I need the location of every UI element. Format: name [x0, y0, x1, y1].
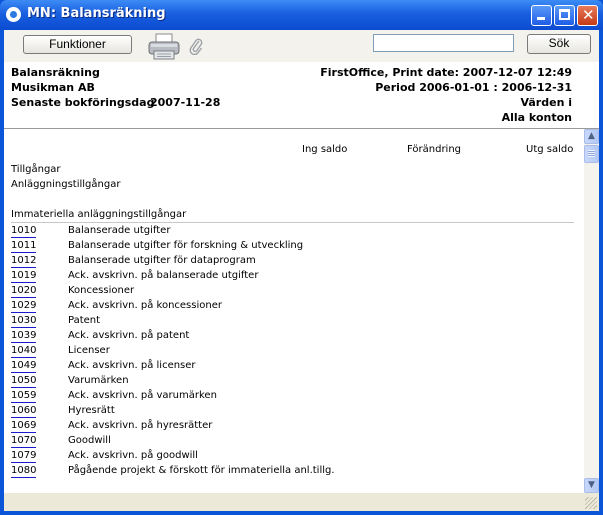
- table-row: 1030 Patent: [11, 314, 571, 329]
- maximize-icon: [559, 9, 570, 20]
- company-name: Musikman AB: [11, 81, 95, 94]
- column-header-closing: Utg saldo: [526, 144, 574, 155]
- account-name: Ack. avskrivn. på goodwill: [68, 450, 198, 461]
- close-button[interactable]: ✕: [577, 5, 598, 26]
- report-period: Period 2006-01-01 : 2006-12-31: [375, 81, 572, 94]
- account-name: Varumärken: [68, 375, 129, 386]
- table-row: 1029 Ack. avskrivn. på koncessioner: [11, 299, 571, 314]
- vertical-scrollbar[interactable]: ▲ ▼: [584, 129, 599, 493]
- column-header-opening: Ing saldo: [302, 144, 348, 155]
- app-icon[interactable]: [6, 7, 21, 22]
- close-icon: ✕: [582, 6, 595, 24]
- table-row: 1050 Varumärken: [11, 374, 571, 389]
- functions-button[interactable]: Funktioner: [23, 35, 132, 54]
- account-name: Balanserade utgifter: [68, 225, 171, 236]
- table-row: 1039 Ack. avskrivn. på patent: [11, 329, 571, 344]
- account-name: Ack. avskrivn. på hyresrätter: [68, 420, 213, 431]
- account-link[interactable]: 1019: [11, 269, 36, 283]
- account-link[interactable]: 1040: [11, 344, 36, 358]
- maximize-button[interactable]: [554, 5, 575, 26]
- table-row: 1070 Goodwill: [11, 434, 571, 449]
- account-name: Balanserade utgifter för dataprogram: [68, 255, 256, 266]
- title-bar[interactable]: MN: Balansräkning ✕: [0, 0, 603, 30]
- table-row: 1079 Ack. avskrivn. på goodwill: [11, 449, 571, 464]
- table-row: 1040 Licenser: [11, 344, 571, 359]
- section-fixed-assets: Anläggningstillgångar: [11, 179, 121, 190]
- account-link[interactable]: 1049: [11, 359, 36, 373]
- report-header: Balansräkning Musikman AB Senaste bokför…: [4, 62, 599, 129]
- section-intangible-assets: Immateriella anläggningstillgångar: [11, 209, 187, 220]
- table-row: 1080 Pågående projekt & förskott för imma…: [11, 464, 571, 479]
- account-name: Ack. avskrivn. på koncessioner: [68, 300, 222, 311]
- values-in-label: Värden i: [520, 96, 572, 109]
- account-name: Patent: [68, 315, 101, 326]
- account-link[interactable]: 1070: [11, 434, 36, 448]
- report-title: Balansräkning: [11, 66, 100, 79]
- account-name: Licenser: [68, 345, 110, 356]
- table-row: 1020 Koncessioner: [11, 284, 571, 299]
- table-row: 1010 Balanserade utgifter: [11, 224, 571, 239]
- account-name: Ack. avskrivn. på balanserade utgifter: [68, 270, 259, 281]
- search-input[interactable]: [373, 34, 514, 52]
- status-bar: [4, 493, 599, 511]
- account-link[interactable]: 1011: [11, 239, 36, 253]
- scroll-down-button[interactable]: ▼: [584, 478, 599, 493]
- minimize-icon: [537, 17, 545, 20]
- account-name: Goodwill: [68, 435, 111, 446]
- attachment-icon[interactable]: [189, 37, 203, 55]
- table-row: 1019 Ack. avskrivn. på balanserade utgift…: [11, 269, 571, 284]
- account-link[interactable]: 1012: [11, 254, 36, 268]
- print-info: FirstOffice, Print date: 2007-12-07 12:4…: [320, 66, 572, 79]
- minimize-button[interactable]: [531, 5, 552, 26]
- account-name: Koncessioner: [68, 285, 135, 296]
- column-header-change: Förändring: [407, 144, 462, 155]
- account-name: Hyresrätt: [68, 405, 115, 416]
- scrollbar-thumb[interactable]: [584, 145, 599, 163]
- section-assets: Tillgångar: [11, 164, 61, 175]
- account-link[interactable]: 1029: [11, 299, 36, 313]
- table-row: 1012 Balanserade utgifter för dataprogram: [11, 254, 571, 269]
- account-link[interactable]: 1079: [11, 449, 36, 463]
- table-row: 1060 Hyresrätt: [11, 404, 571, 419]
- account-link[interactable]: 1050: [11, 374, 36, 388]
- last-posting-date: 2007-11-28: [150, 96, 221, 109]
- account-link[interactable]: 1030: [11, 314, 36, 328]
- table-row: 1059 Ack. avskrivn. på varumärken: [11, 389, 571, 404]
- table-row: 1069 Ack. avskrivn. på hyresrätter: [11, 419, 571, 434]
- account-link[interactable]: 1069: [11, 419, 36, 433]
- account-name: Ack. avskrivn. på patent: [68, 330, 190, 341]
- account-link[interactable]: 1059: [11, 389, 36, 403]
- search-button[interactable]: Sök: [527, 34, 591, 54]
- printer-icon[interactable]: [148, 33, 180, 60]
- account-link[interactable]: 1039: [11, 329, 36, 343]
- account-name: Pågående projekt & förskott för immateri…: [68, 465, 335, 476]
- scroll-up-button[interactable]: ▲: [584, 129, 599, 144]
- last-posting-label: Senaste bokföringsdag: [11, 96, 155, 109]
- account-link[interactable]: 1060: [11, 404, 36, 418]
- table-row: 1011 Balanserade utgifter för forskning &…: [11, 239, 571, 254]
- toolbar: Funktioner Sök: [4, 30, 599, 63]
- account-name: Ack. avskrivn. på varumärken: [68, 390, 217, 401]
- account-name: Ack. avskrivn. på licenser: [68, 360, 196, 371]
- account-link[interactable]: 1080: [11, 464, 36, 478]
- resize-grip-icon[interactable]: [585, 497, 597, 509]
- account-link[interactable]: 1020: [11, 284, 36, 298]
- window-content: Funktioner Sök Balansräkning Musikman AB…: [4, 30, 599, 511]
- report-body: Ing saldo Förändring Utg saldo Tillgånga…: [4, 129, 584, 493]
- all-accounts-label: Alla konton: [501, 111, 572, 124]
- table-row: 1049 Ack. avskrivn. på licenser: [11, 359, 571, 374]
- window-title: MN: Balansräkning: [27, 6, 166, 21]
- app-window: MN: Balansräkning ✕ Funktioner Sök Balan…: [0, 0, 603, 515]
- account-name: Balanserade utgifter för forskning & utv…: [68, 240, 304, 251]
- account-link[interactable]: 1010: [11, 224, 36, 238]
- section-divider: [11, 222, 574, 223]
